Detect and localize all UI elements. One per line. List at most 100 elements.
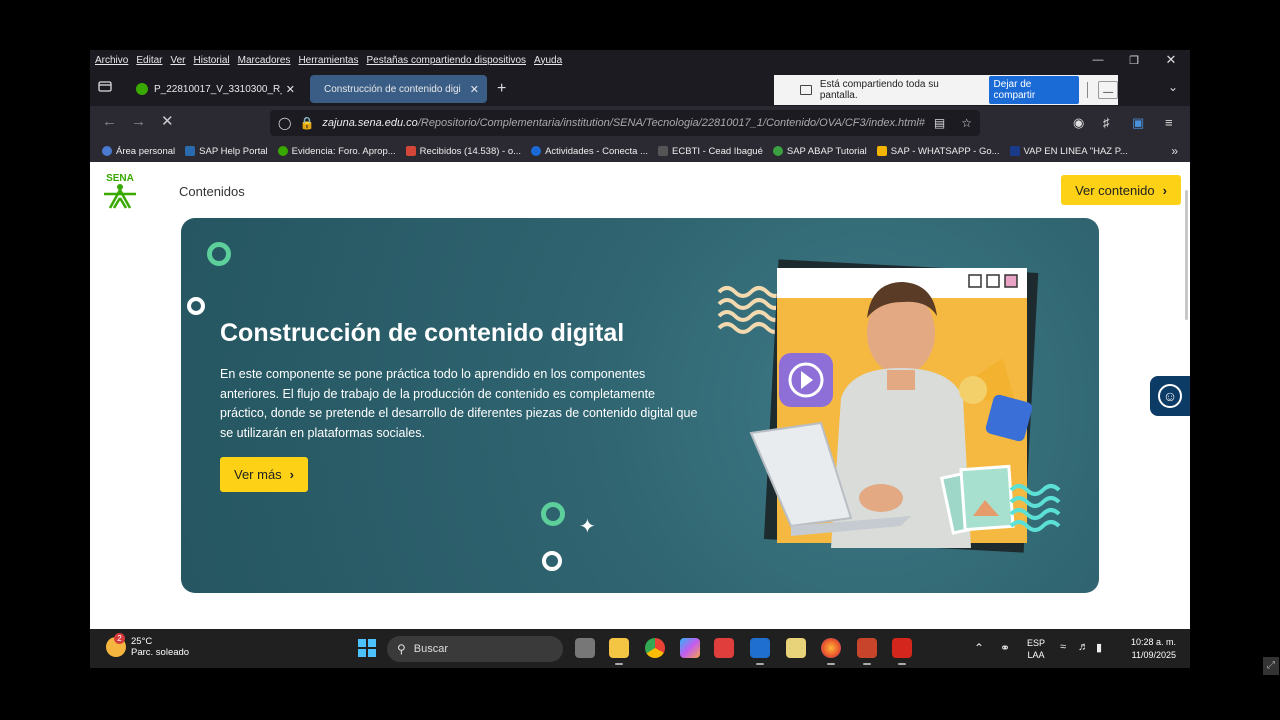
notepad-icon[interactable]	[786, 638, 806, 658]
app-red-icon[interactable]	[714, 638, 734, 658]
volume-icon[interactable]: ♬	[1078, 641, 1089, 653]
translate-icon[interactable]: ▣	[1132, 115, 1144, 131]
weather-widget[interactable]: 2 25°C Parc. soleado	[106, 633, 190, 658]
wifi-icon[interactable]: ≈	[1060, 641, 1066, 653]
ring-decoration-icon	[207, 242, 231, 266]
ver-contenido-label: Ver contenido	[1075, 182, 1155, 198]
menu-ver[interactable]: Ver	[170, 55, 185, 66]
notification-badge: 2	[114, 633, 125, 644]
task-view-icon[interactable]	[575, 638, 595, 658]
new-tab-icon[interactable]: +	[497, 81, 506, 97]
chevron-down-icon[interactable]: ⌄	[1168, 80, 1178, 94]
tab-assignment[interactable]: P_22810017_V_3310300_R_73_C ✕	[128, 75, 303, 103]
chrome-icon[interactable]	[645, 638, 665, 658]
bookmark-evidencia[interactable]: Evidencia: Foro. Aprop...	[277, 146, 396, 157]
tab-list-icon[interactable]	[98, 79, 114, 95]
accessibility-icon: ☺	[1158, 384, 1182, 408]
ring-decoration-icon	[187, 297, 205, 315]
lang-code: ESP	[1027, 638, 1046, 648]
bookmark-icon	[531, 146, 542, 156]
sparkle-icon: ✦	[579, 516, 596, 538]
weather-sun-icon: 2	[106, 633, 126, 657]
extensions-icon[interactable]: ♯	[1103, 115, 1110, 130]
restore-icon[interactable]: ❐	[1116, 50, 1152, 70]
bookmarks-bar: Área personal SAP Help Portal Evidencia:…	[90, 140, 1190, 162]
bookmark-icon	[102, 146, 112, 156]
share-bar-minimize-button[interactable]: —	[1098, 81, 1119, 99]
bookmark-actividades[interactable]: Actividades - Conecta ...	[531, 146, 648, 157]
hamburger-menu-icon[interactable]: ≡	[1165, 115, 1173, 130]
acrobat-icon[interactable]	[892, 638, 912, 665]
windows-taskbar: 2 25°C Parc. soleado ⚲ Buscar ⌃ ⚭ ESP LA…	[90, 629, 1190, 668]
bookmark-label: SAP - WHATSAPP - Go...	[890, 145, 1000, 157]
lock-icon[interactable]: 🔒	[299, 116, 314, 130]
person-with-laptop-illustration	[717, 259, 1061, 553]
url-text[interactable]: zajuna.sena.edu.co/Repositorio/Complemen…	[322, 117, 928, 129]
sena-logo[interactable]: SENA	[98, 168, 142, 212]
ver-contenido-button[interactable]: Ver contenido ›	[1061, 175, 1181, 205]
bookmark-sap-help[interactable]: SAP Help Portal	[185, 145, 268, 157]
account-icon[interactable]: ◉	[1073, 115, 1084, 131]
powerpoint-icon[interactable]	[857, 638, 877, 665]
bookmark-area-personal[interactable]: Área personal	[102, 146, 175, 157]
menu-editar[interactable]: Editar	[136, 55, 162, 66]
bookmark-recibidos[interactable]: Recibidos (14.538) - o...	[405, 146, 521, 157]
copilot-icon[interactable]	[680, 638, 700, 658]
back-icon[interactable]: ←	[102, 114, 117, 130]
ver-mas-button[interactable]: Ver más ›	[220, 457, 308, 492]
outlook-icon[interactable]	[750, 638, 770, 665]
bookmark-icon	[277, 146, 288, 156]
language-indicator[interactable]: ESP LAA	[1027, 637, 1045, 661]
bookmark-label: ECBTI - Cead Ibagué	[672, 145, 763, 157]
bookmark-ecbti[interactable]: ECBTI - Cead Ibagué	[658, 146, 763, 157]
forward-icon[interactable]: →	[131, 114, 146, 130]
bookmark-sap-whatsapp[interactable]: SAP - WHATSAPP - Go...	[876, 145, 1000, 157]
url-domain: zajuna.sena.edu.co	[322, 117, 418, 129]
chevron-right-icon: ›	[289, 467, 295, 482]
bookmark-sap-abap[interactable]: SAP ABAP Tutorial	[772, 146, 867, 157]
tab-close-icon[interactable]: ✕	[470, 83, 479, 96]
menu-archivo[interactable]: Archivo	[95, 55, 128, 66]
hero-title: Construcción de contenido digital	[220, 319, 625, 347]
windows-start-icon[interactable]	[358, 639, 376, 657]
close-icon[interactable]: ✕	[1153, 50, 1189, 70]
nav-bar: ← → ✕ ◯ 🔒 zajuna.sena.edu.co/Repositorio…	[90, 106, 1190, 140]
menu-marcadores[interactable]: Marcadores	[238, 55, 291, 66]
weather-temp: 25°C	[131, 636, 153, 647]
shield-icon[interactable]: ◯	[278, 116, 291, 130]
menu-pestanas[interactable]: Pestañas compartiendo dispositivos	[366, 55, 526, 66]
stop-loading-icon[interactable]: ✕	[161, 114, 174, 130]
bookmark-label: Actividades - Conecta ...	[545, 145, 649, 157]
microphone-icon[interactable]: ⚭	[1000, 641, 1010, 655]
firefox-icon[interactable]	[821, 638, 841, 665]
chevron-right-icon: ›	[1162, 182, 1167, 198]
tab-close-icon[interactable]: ✕	[286, 83, 295, 96]
tab-label: Construcción de contenido digi	[324, 83, 461, 95]
menu-historial[interactable]: Historial	[194, 55, 230, 66]
more-bookmarks-icon[interactable]: »	[1171, 144, 1178, 158]
web-page: SENA Contenidos Ver contenido › ✦ Constr…	[90, 162, 1190, 629]
taskbar-search[interactable]: ⚲ Buscar	[387, 636, 563, 662]
weather-desc: Parc. soleado	[131, 647, 190, 658]
bookmark-star-icon[interactable]: ☆	[961, 116, 972, 130]
screen: Archivo Editar Ver Historial Marcadores …	[90, 50, 1190, 668]
bookmark-vap[interactable]: VAP EN LINEA "HAZ P...	[1009, 146, 1128, 157]
bookmark-icon	[185, 146, 196, 156]
ring-decoration-icon	[541, 502, 565, 526]
page-scrollbar[interactable]	[1185, 190, 1188, 320]
battery-icon[interactable]: ▮	[1096, 641, 1102, 654]
bookmark-label: Área personal	[116, 145, 176, 157]
bookmark-label: SAP Help Portal	[199, 145, 268, 157]
file-explorer-icon[interactable]	[609, 638, 629, 665]
url-bar[interactable]: ◯ 🔒 zajuna.sena.edu.co/Repositorio/Compl…	[270, 110, 980, 136]
tab-active-content[interactable]: Construcción de contenido digi ✕	[310, 75, 487, 103]
reader-view-icon[interactable]: ▤	[934, 116, 945, 130]
stop-sharing-button[interactable]: Dejar de compartir	[988, 76, 1080, 104]
system-clock[interactable]: 10:28 a. m. 11/09/2025	[1120, 636, 1176, 662]
minimize-icon[interactable]: —	[1080, 50, 1116, 70]
accessibility-button[interactable]: ☺	[1150, 376, 1190, 416]
expand-icon[interactable]: ⤢	[1263, 657, 1279, 675]
tray-chevron-up-icon[interactable]: ⌃	[974, 641, 984, 655]
menu-ayuda[interactable]: Ayuda	[534, 55, 562, 66]
menu-herramientas[interactable]: Herramientas	[298, 55, 358, 66]
